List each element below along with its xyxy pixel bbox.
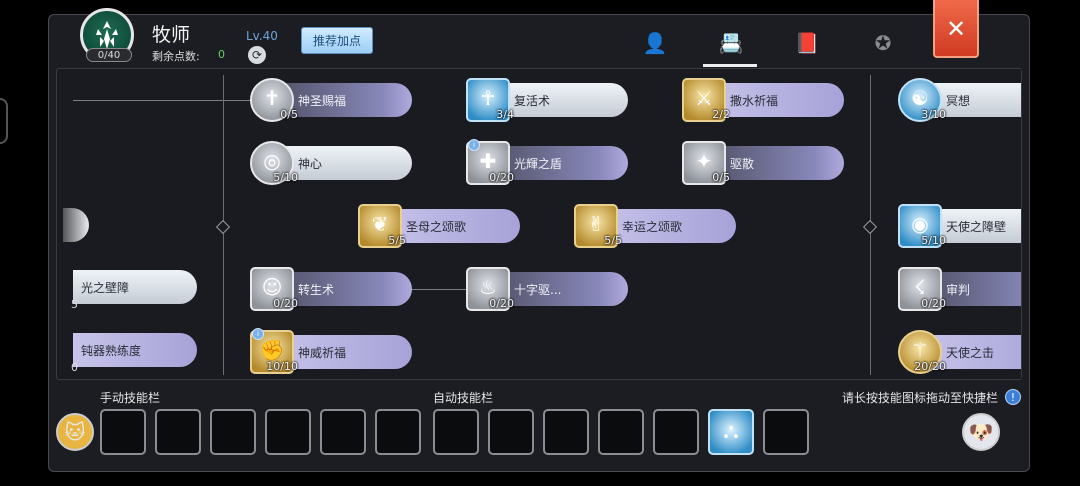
character-icon: 👤 [642, 31, 668, 55]
skill-level: 0/20 [921, 297, 946, 310]
close-button[interactable]: ✕ [933, 0, 979, 58]
skill-level: 5/5 [388, 234, 406, 247]
auto-skill-slot-filled[interactable]: ⛬ [708, 409, 754, 455]
remaining-points-label: 剩余点数: [152, 50, 200, 63]
skill-name: 神威祈福 [298, 346, 347, 360]
manual-skill-slot[interactable] [210, 409, 256, 455]
skill-name: 十字驱... [514, 283, 562, 297]
skill-level: 5/10 [273, 171, 298, 184]
skill-divine-prayer[interactable]: ✊ i 神威祈福 10/10 [250, 328, 420, 374]
auto-skill-slot[interactable] [763, 409, 809, 455]
skill-name: 幸运之颂歌 [622, 220, 683, 234]
auto-skill-slot[interactable] [543, 409, 589, 455]
manual-skill-slot[interactable] [375, 409, 421, 455]
skill-holy-blessing[interactable]: ✝ 神圣赐福 0/5 [250, 78, 420, 122]
skill-name: 冥想 [946, 94, 971, 108]
skill-name: 审判 [946, 283, 971, 297]
skill-radiant-shield[interactable]: ✚ i 光輝之盾 0/20 [466, 139, 636, 185]
manual-skill-slot[interactable] [265, 409, 311, 455]
skill-level: 10/10 [266, 360, 298, 373]
skill-level: 0/20 [489, 171, 514, 184]
skill-mace-mastery[interactable]: 钝器熟练度 [73, 333, 197, 367]
skill-meditation[interactable]: ☯ 冥想 3/10 [898, 78, 1021, 122]
skill-name: 圣母之颂歌 [406, 220, 467, 234]
skill-level: 5 [71, 298, 78, 311]
skill-level: 0/5 [280, 108, 298, 121]
manual-skill-bar-label: 手动技能栏 [100, 391, 161, 405]
class-name: 牧师 [152, 24, 191, 46]
info-badge-icon: i [252, 328, 264, 340]
skill-level: 3/4 [496, 108, 514, 121]
cat-avatar-icon[interactable]: 🐱 [56, 413, 94, 451]
tab-skills[interactable]: 📇 [714, 26, 748, 60]
tab-character[interactable]: 👤 [638, 26, 672, 60]
skill-name: 神心 [298, 157, 323, 171]
skill-partial[interactable] [63, 208, 89, 242]
skill-level: 0/20 [489, 297, 514, 310]
skill-name: 光之壁障 [81, 281, 130, 295]
skill-holy-cross[interactable]: ♨ 十字驱... 0/20 [466, 267, 636, 311]
side-handle[interactable] [0, 98, 8, 144]
emblem-count: 0/40 [86, 48, 132, 62]
remaining-points-value: 0 [218, 48, 225, 61]
skill-resurrection-chant[interactable]: ☺ 转生术 0/20 [250, 267, 420, 311]
skill-name: 天使之击 [946, 346, 995, 360]
manual-skill-slot[interactable] [100, 409, 146, 455]
skill-level: 2/2 [712, 108, 730, 121]
skill-level: 0/20 [273, 297, 298, 310]
skill-name: 神圣赐福 [298, 94, 347, 108]
skill-gloria[interactable]: ✌ 幸运之颂歌 5/5 [574, 204, 744, 248]
recommend-points-button[interactable]: 推荐加点 [301, 27, 373, 54]
skill-name: 复活术 [514, 94, 551, 108]
info-badge-icon: i [468, 139, 480, 151]
tier-divider-ornament [215, 219, 231, 235]
tab-notebook[interactable]: 📕 [790, 26, 824, 60]
auto-skill-bar-label: 自动技能栏 [433, 391, 494, 405]
dog-avatar-icon[interactable]: 🐶 [962, 413, 1000, 451]
manual-skill-slot[interactable] [155, 409, 201, 455]
auto-skill-slot[interactable] [488, 409, 534, 455]
skill-tree[interactable]: 光之壁障 5 钝器熟练度 0 ✝ 神圣赐福 0/5 ◎ 神心 5/10 ❦ 圣母… [56, 68, 1022, 380]
priest-crest-icon [96, 21, 118, 49]
skill-name: 转生术 [298, 283, 335, 297]
skill-light-barrier[interactable]: 光之壁障 [73, 270, 197, 304]
skill-resurrection[interactable]: ☥ 复活术 3/4 [466, 78, 636, 122]
auto-skill-slot[interactable] [598, 409, 644, 455]
tier-divider-ornament [862, 219, 878, 235]
holy-light-icon: ⛬ [723, 419, 739, 444]
skill-name: 驱散 [730, 157, 755, 171]
skill-magnificat[interactable]: ❦ 圣母之颂歌 5/5 [358, 204, 528, 248]
skill-angel-barrier[interactable]: ◉ 天使之障壁 5/10 [898, 204, 1021, 248]
skill-name: 钝器熟练度 [81, 344, 142, 358]
skill-divine-heart[interactable]: ◎ 神心 5/10 [250, 141, 420, 185]
close-icon: ✕ [945, 15, 967, 43]
skill-dispel[interactable]: ✦ 驱散 0/5 [682, 141, 852, 185]
skill-name: 撒水祈福 [730, 94, 779, 108]
info-icon[interactable]: ! [1005, 389, 1021, 405]
skill-connector [73, 100, 253, 101]
tab-emblem[interactable]: ✪ [866, 26, 900, 60]
skill-book-icon: 📇 [718, 31, 744, 55]
skill-level: 5/10 [921, 234, 946, 247]
skill-level: 0/5 [712, 171, 730, 184]
skill-judgement[interactable]: ☇ 审判 0/20 [898, 267, 1021, 311]
drag-hint: 请长按技能图标拖动至快捷栏 [842, 391, 999, 405]
manual-skill-slot[interactable] [320, 409, 366, 455]
skill-level: 3/10 [921, 108, 946, 121]
skill-name: 天使之障壁 [946, 220, 1007, 234]
notebook-icon: 📕 [794, 31, 820, 55]
skill-level: 0 [71, 361, 78, 374]
emblem-icon: ✪ [874, 31, 892, 55]
level-indicator: Lv.40 [246, 29, 278, 43]
skill-angel-strike[interactable]: ⚚ 天使之击 20/20 [898, 330, 1021, 374]
auto-skill-slot[interactable] [433, 409, 479, 455]
auto-skill-slot[interactable] [653, 409, 699, 455]
active-tab-indicator [703, 64, 757, 67]
skill-name: 光輝之盾 [514, 157, 563, 171]
skill-level: 5/5 [604, 234, 622, 247]
skill-aspersio[interactable]: ⚔ 撒水祈福 2/2 [682, 78, 852, 122]
skill-level: 20/20 [914, 360, 946, 373]
reset-icon[interactable]: ⟳ [248, 46, 266, 64]
